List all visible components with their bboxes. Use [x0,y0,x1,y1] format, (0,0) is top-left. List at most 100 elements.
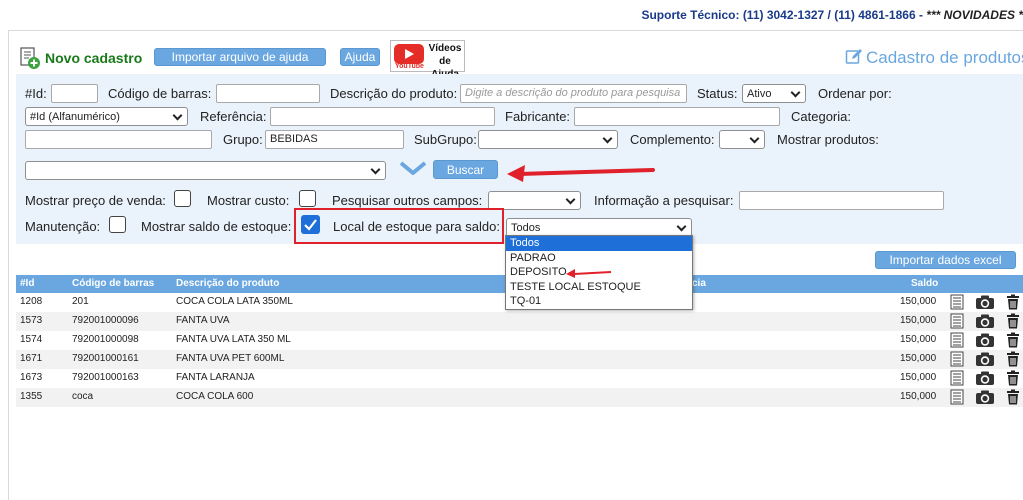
show-cost-label: Mostrar custo: [207,193,290,208]
details-icon[interactable] [950,389,964,408]
show-stock-label: Mostrar saldo de estoque: [141,219,292,234]
info-search-field[interactable] [739,191,944,210]
option-tq01[interactable]: TQ-01 [506,294,692,309]
order-label: Ordenar por: [818,86,892,101]
cell-id: 1574 [20,334,43,345]
cell-barcode: 201 [72,296,89,307]
import-help-button[interactable]: Importar arquivo de ajuda [154,48,326,66]
show-cost-checkbox[interactable] [299,190,316,207]
category-field[interactable] [25,130,212,149]
help-videos-button[interactable]: YouTube Vídeosde Ajuda [390,40,465,80]
manufacturer-label: Fabricante: [505,109,571,124]
chevron-down-icon [676,221,687,231]
trash-icon[interactable] [1005,370,1021,389]
table-row[interactable]: 1671 792001000161 FANTA UVA PET 600ML 150,0… [16,350,1023,369]
group-label: Grupo: [223,132,263,147]
cell-saldo: 150,000 [900,372,937,383]
stock-location-label: Local de estoque para saldo: [333,219,500,234]
help-button[interactable]: Ajuda [340,48,380,66]
details-icon[interactable] [950,332,964,351]
details-icon[interactable] [950,313,964,332]
manufacturer-field[interactable] [574,107,780,126]
camera-icon[interactable] [975,332,995,351]
camera-icon[interactable] [975,294,995,313]
trash-icon[interactable] [1005,351,1021,370]
col-description[interactable]: Descrição do produto [176,278,279,289]
description-field[interactable]: Digite a descrição do produto para pesqu… [460,84,687,103]
edit-icon [845,48,863,66]
complement-select[interactable] [719,130,765,149]
new-product-button[interactable]: Novo cadastro [45,50,142,66]
details-icon[interactable] [950,351,964,370]
details-icon[interactable] [950,370,964,389]
chevron-down-icon [565,194,576,204]
camera-icon[interactable] [975,313,995,332]
option-todos[interactable]: Todos [506,236,692,251]
cell-description: COCA COLA LATA 350ML [176,296,293,307]
status-select[interactable]: Ativo [742,84,806,103]
chevron-down-icon [602,133,613,143]
expand-icon[interactable] [399,160,427,176]
show-products-select[interactable] [25,161,386,180]
maintenance-label: Manutenção: [25,219,101,234]
col-saldo[interactable]: Saldo [911,278,938,289]
camera-icon[interactable] [975,370,995,389]
chevron-down-icon [370,164,381,174]
new-document-icon[interactable] [18,46,42,70]
reference-field[interactable] [270,107,495,126]
show-stock-checkbox[interactable] [301,215,320,234]
subgroup-label: SubGrupo: [414,132,477,147]
cell-id: 1673 [20,372,43,383]
reference-label: Referência: [200,109,267,124]
news-link[interactable]: *** NOVIDADES * [926,8,1023,22]
option-teste-local[interactable]: TESTE LOCAL ESTOQUE [506,280,692,295]
group-field[interactable]: BEBIDAS [265,130,404,149]
table-row[interactable]: 1573 792001000096 FANTA UVA 150,000 [16,312,1023,331]
trash-icon[interactable] [1005,313,1021,332]
cell-saldo: 150,000 [900,315,937,326]
option-padrao[interactable]: PADRAO [506,251,692,266]
search-button[interactable]: Buscar [433,160,498,179]
youtube-logo: YouTube [395,63,424,70]
category-label: Categoria: [791,109,851,124]
trash-icon[interactable] [1005,332,1021,351]
cell-description: FANTA UVA [176,315,230,326]
cell-description: FANTA UVA PET 600ML [176,353,285,364]
cell-saldo: 150,000 [900,334,937,345]
order-select[interactable]: #Id (Alfanumérico) [25,107,188,126]
details-icon[interactable] [950,294,964,313]
barcode-field[interactable] [216,84,320,103]
col-reference[interactable]: cia [692,278,706,289]
divider [8,30,1023,31]
cell-id: 1573 [20,315,43,326]
cell-description: FANTA LARANJA [176,372,255,383]
description-label: Descrição do produto: [330,86,458,101]
cell-barcode: 792001000161 [72,353,139,364]
col-id[interactable]: #Id [20,278,34,289]
import-excel-button[interactable]: Importar dados excel [875,251,1016,269]
table-row[interactable]: 1673 792001000163 FANTA LARANJA 150,000 [16,369,1023,388]
camera-icon[interactable] [975,389,995,408]
subgroup-select[interactable] [478,130,618,149]
cell-description: FANTA UVA LATA 350 ML [176,334,291,345]
cell-barcode: 792001000163 [72,372,139,383]
cell-saldo: 150,000 [900,296,937,307]
trash-icon[interactable] [1005,389,1021,408]
cell-id: 1208 [20,296,43,307]
cell-barcode: 792001000096 [72,315,139,326]
maintenance-checkbox[interactable] [109,216,126,233]
id-field[interactable] [51,84,98,103]
cell-saldo: 150,000 [900,353,937,364]
status-label: Status: [697,86,738,101]
search-other-label: Pesquisar outros campos: [332,193,483,208]
chevron-down-icon [749,133,760,143]
trash-icon[interactable] [1005,294,1021,313]
show-price-checkbox[interactable] [174,190,191,207]
col-barcode[interactable]: Código de barras [72,278,154,289]
table-row[interactable]: 1574 792001000098 FANTA UVA LATA 350 ML 150… [16,331,1023,350]
support-phones: Suporte Técnico: (11) 3042-1327 / (11) 4… [641,8,923,22]
chevron-down-icon [172,110,183,120]
camera-icon[interactable] [975,351,995,370]
table-row[interactable]: 1355 coca COCA COLA 600 150,000 [16,388,1023,407]
cell-barcode: 792001000098 [72,334,139,345]
